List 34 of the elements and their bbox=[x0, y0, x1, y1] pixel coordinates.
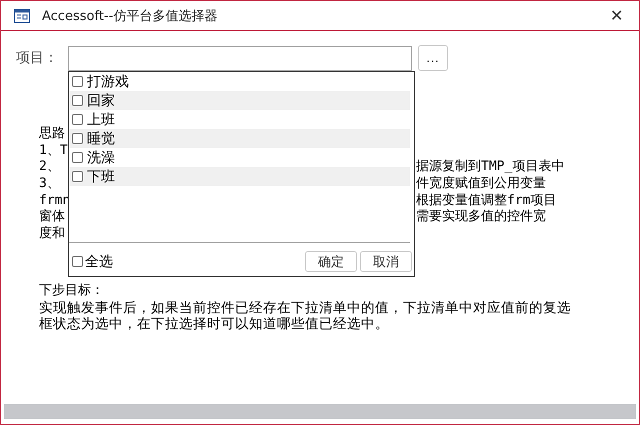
list-item[interactable]: 洗澡 bbox=[69, 148, 410, 167]
checkbox[interactable] bbox=[72, 152, 83, 163]
list-item[interactable]: 回家 bbox=[69, 91, 410, 110]
checkbox[interactable] bbox=[72, 76, 83, 87]
list-item[interactable]: 下班 bbox=[69, 167, 410, 186]
note-text: 2、 bbox=[39, 159, 60, 174]
note-text: 3、 bbox=[39, 176, 60, 192]
project-field[interactable] bbox=[68, 46, 412, 70]
note-text: 根据变量值调整frm项目 bbox=[416, 192, 556, 209]
note-text: 需要实现多值的控件宽 bbox=[416, 209, 546, 226]
note-text: 据源复制到TMP_项目表中 bbox=[416, 159, 564, 176]
note-text: 思路 bbox=[39, 126, 65, 141]
note-text: 件宽度赋值到公用变量 bbox=[416, 176, 546, 193]
checkbox[interactable] bbox=[72, 133, 83, 144]
scrollbar[interactable] bbox=[4, 404, 636, 419]
note-text: 窗体 bbox=[39, 209, 65, 224]
field-label: 项目： bbox=[16, 49, 59, 67]
ok-button[interactable]: 确定 bbox=[305, 251, 357, 272]
select-all-checkbox[interactable]: 全选 bbox=[72, 252, 113, 270]
browse-button[interactable]: ... bbox=[418, 45, 448, 71]
close-button[interactable]: ✕ bbox=[604, 6, 629, 26]
note-text: 度和 bbox=[39, 226, 65, 242]
goal-heading: 下步目标： bbox=[39, 282, 105, 300]
list-item[interactable]: 打游戏 bbox=[69, 72, 410, 91]
cancel-button[interactable]: 取消 bbox=[360, 251, 412, 272]
window-title: Accessoft--仿平台多值选择器 bbox=[42, 8, 218, 24]
checkbox[interactable] bbox=[72, 114, 83, 125]
form-icon bbox=[14, 8, 30, 22]
checkbox[interactable] bbox=[72, 171, 83, 182]
list-item[interactable]: 上班 bbox=[69, 110, 410, 129]
note-text: 1、T bbox=[39, 142, 68, 158]
checkbox[interactable] bbox=[72, 95, 83, 106]
list-item[interactable]: 睡觉 bbox=[69, 129, 410, 148]
goal-text: 实现触发事件后，如果当前控件已经存在下拉清单中的值，下拉清单中对应值前的复选框状态为选中，在下拉选择时可以知道哪些值已经选中。 bbox=[39, 300, 572, 333]
